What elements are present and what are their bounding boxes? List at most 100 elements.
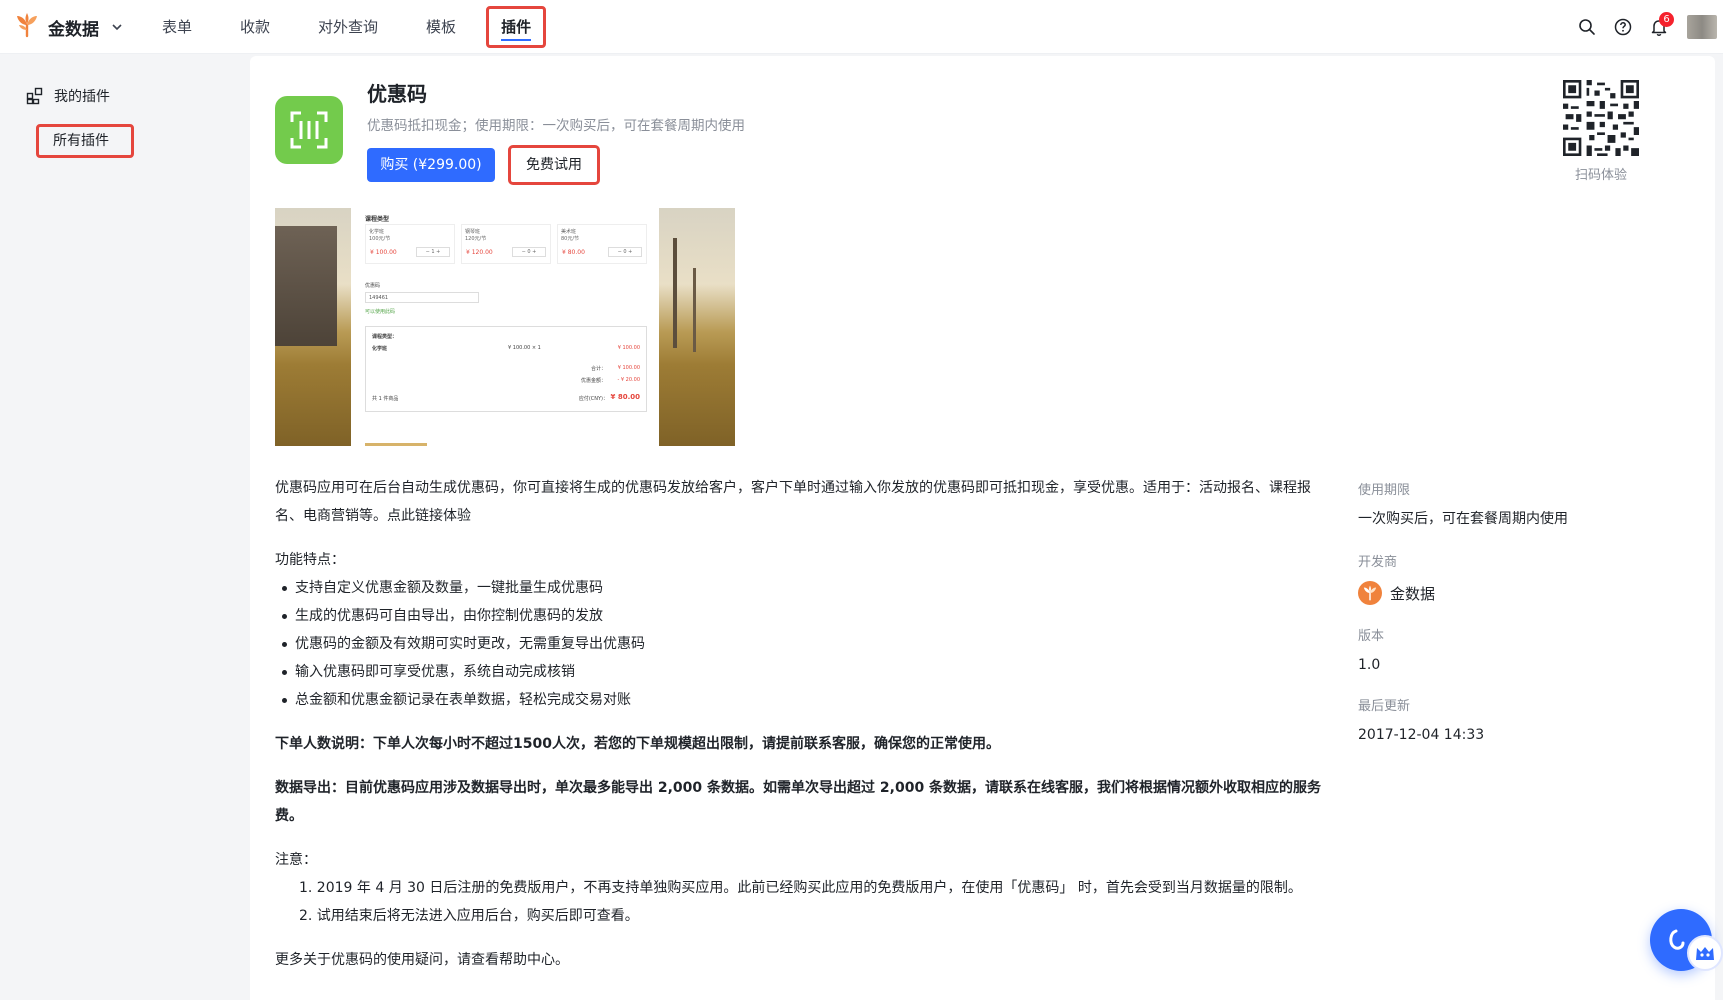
features-list: 支持自定义优惠金额及数量，一键批量生成优惠码 生成的优惠码可自由导出，由你控制优… [275, 574, 1335, 714]
qr-code-label: 扫码体验 [1574, 168, 1627, 183]
order-limit-note: 下单人数说明：下单人次每小时不超过1500人次，若您的下单规模超出限制，请提前联… [275, 736, 1000, 752]
description-intro: 优惠码应用可在后台自动生成优惠码，你可直接将生成的优惠码发放给客户，客户下单时通… [275, 480, 1311, 524]
developer-label: 开发商 [1358, 555, 1398, 570]
feature-item: 优惠码的金额及有效期可实时更改，无需重复导出优惠码 [275, 630, 1335, 658]
sidebar-item-all-plugins[interactable]: 所有插件 [36, 124, 134, 158]
preview-product-card: 美术班 80元/节 ¥ 80.00 − 0 + [557, 224, 647, 264]
help-icon [1614, 18, 1632, 36]
preview-product-card: 化学班 100元/节 ¥ 100.00 − 1 + [365, 224, 455, 264]
preview-summary-title: 课程类型： [372, 334, 398, 340]
preview-product-name: 化学班 [369, 229, 385, 235]
scrollbar-track[interactable] [1715, 56, 1723, 1000]
preview-barn [275, 226, 337, 346]
brand-switcher[interactable]: 金数据 [14, 12, 123, 42]
preview-pay-label: 应付(CNY)： [578, 396, 608, 402]
note-item: 2. 试用结束后将无法进入应用后台，购买后即可查看。 [299, 908, 639, 924]
preview-form: 课程类型 化学班 100元/节 ¥ 100.00 − 1 + 钢琴班 120元/… [351, 208, 659, 446]
feature-item: 支持自定义优惠金额及数量，一键批量生成优惠码 [275, 574, 1335, 602]
avatar[interactable] [1687, 15, 1717, 39]
developer-name: 金数据 [1390, 584, 1436, 603]
updated-value: 2017-12-04 14:33 [1358, 727, 1485, 743]
preview-tree [693, 268, 696, 352]
sidebar-header[interactable]: 我的插件 [26, 86, 110, 106]
search-button[interactable] [1569, 9, 1605, 45]
brand-name: 金数据 [48, 19, 99, 40]
note-item: 1. 2019 年 4 月 30 日后注册的免费版用户，不再支持单独购买应用。此… [299, 880, 1302, 896]
preview-product-qty: − 0 + [608, 247, 642, 257]
plugin-subtitle: 优惠码抵扣现金；使用期限：一次购买后，可在套餐周期内使用 [367, 118, 745, 134]
buy-button[interactable]: 购买 (¥299.00) [367, 148, 495, 182]
preview-scroll-indicator [365, 443, 427, 446]
chevron-down-icon [111, 18, 123, 37]
developer-logo-icon [1358, 581, 1382, 605]
sidebar-my-plugins: 我的插件 [54, 89, 110, 105]
preview-product-card: 钢琴班 120元/节 ¥ 120.00 − 0 + [461, 224, 551, 264]
plugin-icon [275, 96, 343, 164]
search-icon [1579, 19, 1595, 35]
plugin-info-panel: 使用期限 一次购买后，可在套餐周期内使用 开发商 金数据 版本 1.0 最后更新… [1358, 471, 1658, 747]
help-button[interactable] [1605, 9, 1641, 45]
feature-item: 生成的优惠码可自由导出，由你控制优惠码的发放 [275, 602, 1335, 630]
plugin-title: 优惠码 [367, 82, 427, 106]
version-value: 1.0 [1358, 657, 1381, 673]
assistant-icon [1696, 947, 1714, 960]
nav-templates[interactable]: 模板 [414, 7, 468, 47]
sidebar: 我的插件 所有插件 [0, 54, 250, 1000]
top-actions: 6 [1569, 0, 1723, 54]
preview-product-qty-value: 0 [527, 249, 531, 255]
preview-product-qty-value: 0 [623, 249, 627, 255]
preview-product-name: 钢琴班 [465, 229, 481, 235]
preview-product-price: ¥ 100.00 [370, 249, 397, 256]
preview-product-price: ¥ 120.00 [466, 249, 493, 256]
updated-label: 最后更新 [1358, 699, 1411, 714]
notifications-button[interactable]: 6 [1641, 9, 1677, 45]
preview-discount-value: - ¥ 20.00 [617, 377, 640, 383]
period-label: 使用期限 [1358, 483, 1411, 498]
plugins-icon [26, 87, 43, 105]
nav-plugins[interactable]: 插件 [486, 6, 547, 48]
plugin-preview-image[interactable]: 课程类型 化学班 100元/节 ¥ 100.00 − 1 + 钢琴班 120元/… [275, 208, 735, 446]
notification-count-badge: 6 [1659, 12, 1674, 27]
period-value: 一次购买后，可在套餐周期内使用 [1358, 511, 1568, 527]
preview-section-title: 课程类型 [365, 216, 390, 223]
preview-summary-qty: ¥ 100.00 × 1 [508, 345, 541, 351]
assistant-button[interactable] [1687, 935, 1723, 971]
features-title: 功能特点： [275, 552, 345, 568]
nav-forms[interactable]: 表单 [150, 7, 204, 47]
plugin-description: 优惠码应用可在后台自动生成优惠码，你可直接将生成的优惠码发放给客户，客户下单时通… [275, 474, 1335, 990]
preview-coupon-input: 149461 [365, 292, 479, 303]
preview-product-name: 美术班 [561, 229, 577, 235]
brand-logo-icon [14, 12, 40, 42]
preview-product-qty: − 1 + [416, 247, 450, 257]
preview-product-unit: 120元/节 [465, 236, 487, 242]
preview-product-unit: 100元/节 [369, 236, 391, 242]
preview-total-value: ¥ 100.00 [617, 365, 640, 371]
feature-item: 输入优惠码即可享受优惠，系统自动完成核销 [275, 658, 1335, 686]
preview-product-qty: − 0 + [512, 247, 546, 257]
preview-summary-footer: 共 1 件商品 [372, 396, 399, 402]
nav-query[interactable]: 对外查询 [306, 7, 390, 47]
preview-product-qty-value: 1 [431, 249, 435, 255]
preview-tree [673, 238, 677, 348]
export-note: 数据导出：目前优惠码应用涉及数据导出时，单次最多能导出 2,000 条数据。如需… [275, 780, 1322, 824]
preview-discount-label: 优惠金额： [580, 378, 606, 384]
preview-total-label: 合计： [590, 366, 606, 372]
preview-coupon-label: 优惠码 [365, 283, 381, 289]
qr-code-icon [1563, 80, 1639, 156]
preview-product-price: ¥ 80.00 [562, 249, 585, 256]
main-nav: 表单 收款 对外查询 模板 插件 [150, 0, 578, 54]
version-label: 版本 [1358, 629, 1385, 644]
preview-order-summary: 课程类型： 化学班 ¥ 100.00 × 1 ¥ 100.00 合计： ¥ 10… [365, 326, 647, 412]
preview-product-unit: 80元/节 [561, 236, 580, 242]
feature-item: 总金额和优惠金额记录在表单数据，轻松完成交易对账 [275, 686, 1335, 714]
nav-payments[interactable]: 收款 [228, 7, 282, 47]
notes-list: 1. 2019 年 4 月 30 日后注册的免费版用户，不再支持单独购买应用。此… [275, 874, 1335, 930]
developer: 金数据 [1358, 579, 1658, 607]
help-center-link[interactable]: 更多关于优惠码的使用疑问，请查看帮助中心。 [275, 946, 1335, 974]
notes-title: 注意： [275, 852, 317, 868]
preview-coupon-ok: 可以使用此码 [365, 309, 396, 315]
free-trial-button[interactable]: 免费试用 [508, 145, 600, 185]
preview-pay-value: ¥ 80.00 [610, 393, 640, 401]
plugin-detail-card: 优惠码 优惠码抵扣现金；使用期限：一次购买后，可在套餐周期内使用 购买 (¥29… [250, 56, 1715, 1000]
scan-icon [290, 111, 328, 149]
